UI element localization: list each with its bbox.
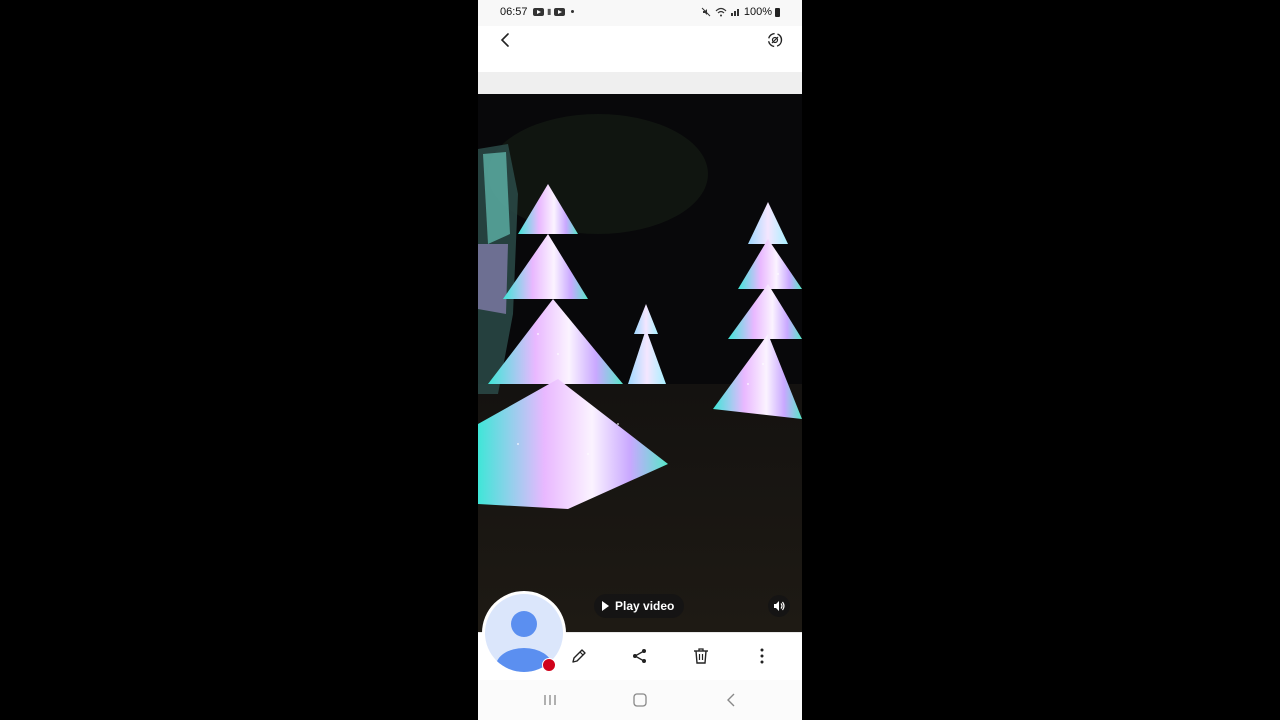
youtube-icon (554, 7, 566, 16)
edit-icon (572, 649, 586, 663)
chevron-left-icon (500, 33, 509, 47)
status-time: 06:57 (500, 6, 528, 18)
back-button[interactable] (496, 28, 516, 52)
battery-icon (775, 7, 780, 17)
motion-photo-button[interactable] (764, 30, 786, 50)
more-options-button[interactable] (750, 644, 774, 668)
status-right: 100% (701, 6, 780, 18)
volume-button[interactable] (768, 595, 790, 617)
top-divider (478, 72, 802, 94)
mute-icon (701, 7, 711, 17)
play-icon (602, 601, 609, 611)
home-icon (633, 693, 647, 707)
notification-icons: ▮ (533, 7, 575, 16)
christmas-tree-light-photo (478, 94, 802, 632)
delete-button[interactable] (689, 644, 713, 668)
signal-icon: ▮ (547, 7, 552, 16)
recording-indicator (542, 658, 556, 672)
motion-photo-icon (767, 32, 783, 48)
cell-signal-icon (730, 9, 739, 16)
edit-button[interactable] (567, 644, 591, 668)
play-video-label: Play video (615, 599, 675, 613)
status-bar: 06:57 ▮ 100% (478, 0, 802, 26)
share-icon (633, 649, 646, 663)
youtube-icon (533, 7, 544, 16)
more-icon (760, 648, 764, 664)
more-notifications-icon (571, 10, 575, 13)
speaker-icon (774, 601, 785, 611)
back-arrow-icon (727, 693, 735, 707)
photo-viewer[interactable] (478, 94, 802, 632)
delete-icon (694, 648, 708, 664)
play-video-button[interactable]: Play video (594, 594, 685, 618)
battery-percentage: 100% (743, 6, 772, 18)
home-button[interactable] (630, 690, 650, 710)
top-app-bar (478, 26, 802, 72)
system-back-button[interactable] (722, 690, 742, 710)
share-button[interactable] (628, 644, 652, 668)
recent-apps-button[interactable] (540, 690, 560, 710)
recent-apps-icon (544, 695, 556, 705)
wifi-icon (715, 7, 727, 17)
phone-screen: 06:57 ▮ 100% Play video (478, 0, 802, 720)
